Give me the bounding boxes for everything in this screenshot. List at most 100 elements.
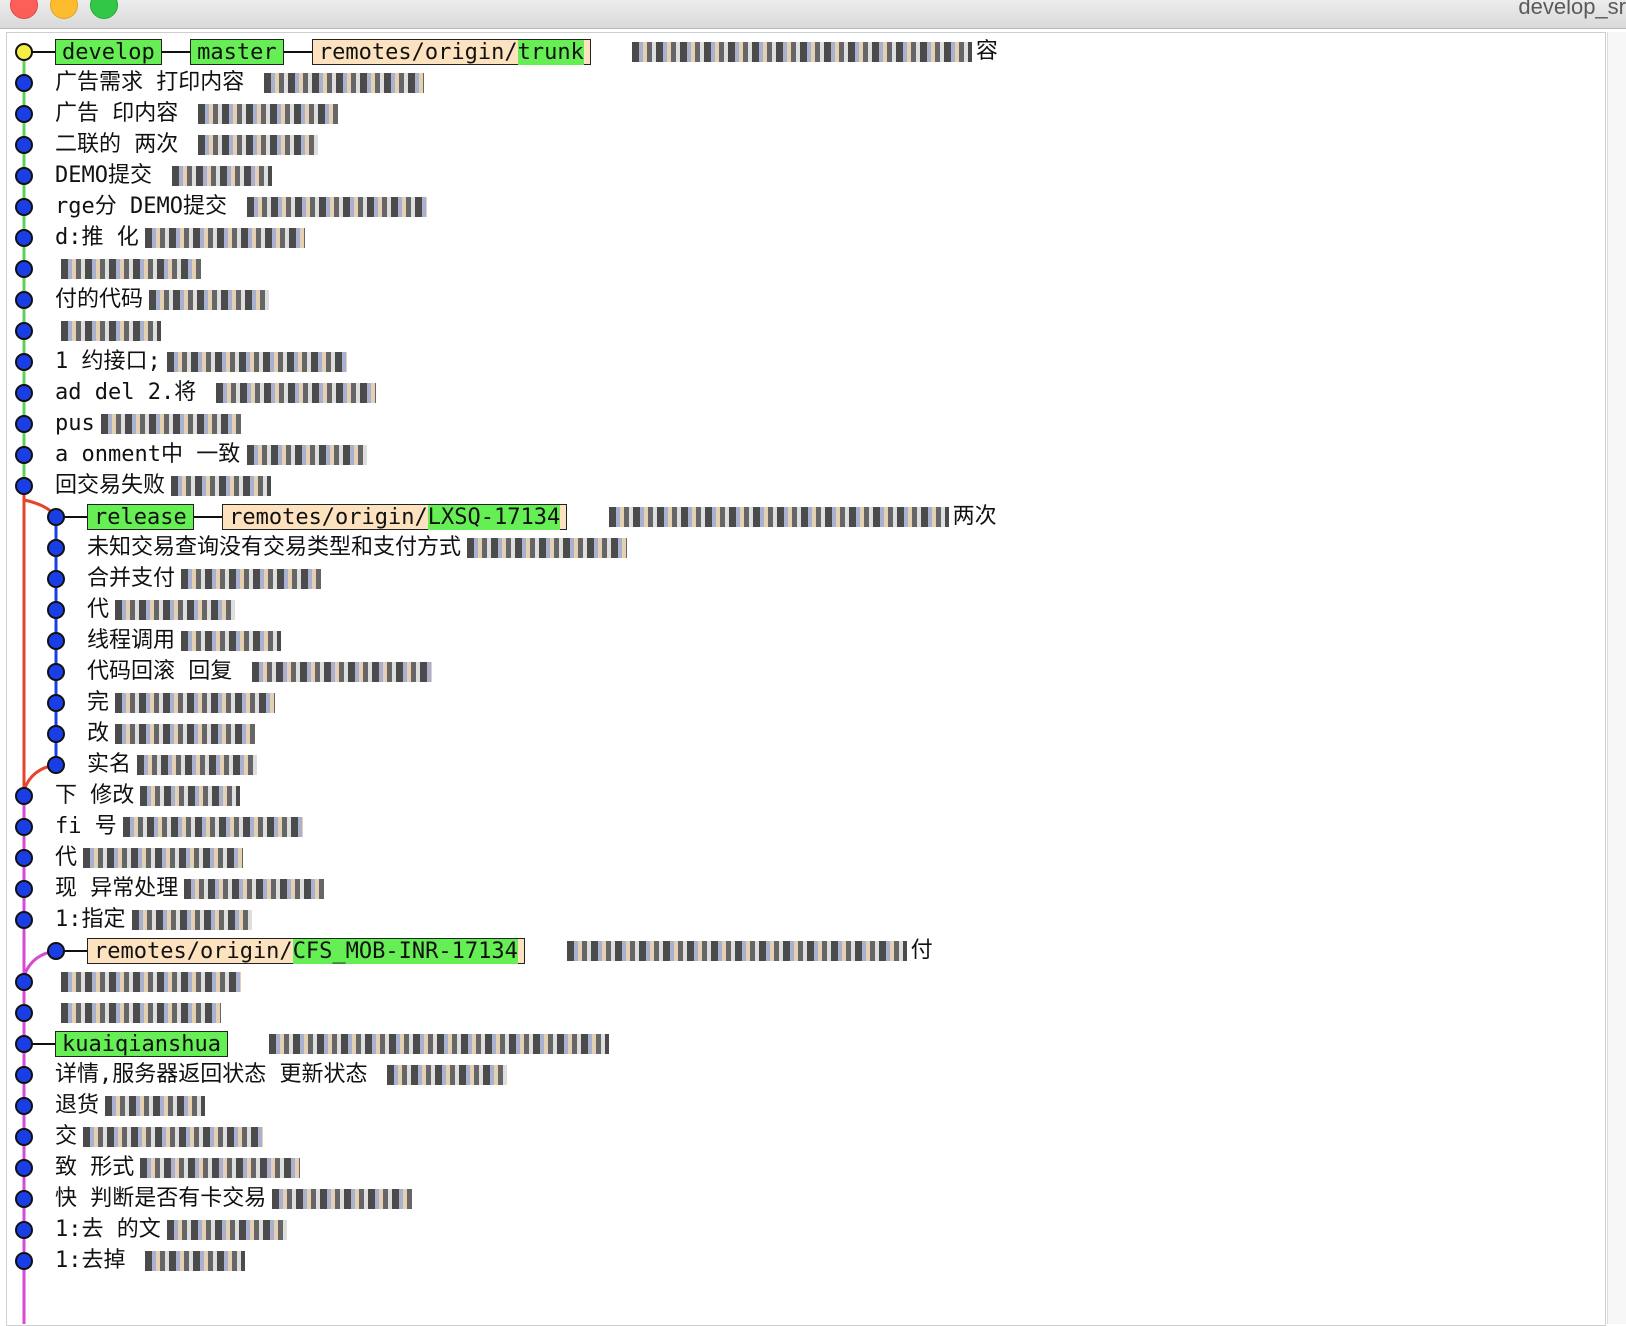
commit-message: 退货 [55,1093,100,1118]
commit-message: d:推 化 [55,225,139,250]
commit-message: DEMO提交 [55,163,152,188]
commit-row[interactable]: rge分 DEMO提交 [0,191,1580,223]
branch-label[interactable]: kuaiqianshua [55,1031,228,1057]
commit-row[interactable]: kuaiqianshua [0,1028,1580,1060]
commit-row[interactable]: 代 [0,594,1580,626]
commit-message: 付的代码 [55,287,144,312]
redacted-text [166,1220,287,1240]
commit-row[interactable]: 1 约接口; [0,346,1580,378]
redacted-text [83,1127,263,1147]
redacted-text [263,73,424,93]
ref-connector [162,51,191,53]
commit-message: 1:指定 [55,907,126,932]
redacted-text [608,507,949,527]
commit-row[interactable]: 退货 [0,1090,1580,1122]
branch-label[interactable]: master [190,39,284,65]
redacted-text [144,228,305,248]
commit-row[interactable]: remotes/origin/CFS_MOB-INR-17134 付 [0,935,1580,967]
commit-message: 改 [87,721,110,746]
commit-row[interactable]: release remotes/origin/LXSQ-17134 两次 [0,501,1580,533]
ref-connector [64,950,87,952]
redacted-text [137,755,257,775]
redacted-text [251,662,432,682]
commit-message: 广告需求 打印内容 [55,70,245,95]
commit-row[interactable]: 广告需求 打印内容 [0,67,1580,99]
commit-row[interactable]: 交 [0,1121,1580,1153]
redacted-text [197,104,338,124]
commit-row[interactable]: 广告 印内容 [0,98,1580,130]
commit-row[interactable]: DEMO提交 [0,160,1580,192]
commit-row[interactable]: 改 [0,718,1580,750]
redacted-text [166,352,347,372]
commit-row[interactable]: 现 异常处理 [0,873,1580,905]
redacted-text [246,445,367,465]
commit-row[interactable]: 1:指定 [0,904,1580,936]
redacted-text [61,1003,221,1023]
commit-row[interactable]: 合并支付 [0,563,1580,595]
commit-row[interactable]: 快 判断是否有卡交易 [0,1183,1580,1215]
commit-row[interactable]: 二联的 两次 [0,129,1580,161]
commit-row[interactable]: develop master remotes/origin/trunk 容 [0,36,1580,68]
remote-branch-label[interactable]: remotes/origin/CFS_MOB-INR-17134 [87,938,525,964]
redacted-text [100,414,241,434]
commit-message: 广告 印内容 [55,101,179,126]
commit-message: 两次 [952,504,997,529]
redacted-text [566,941,907,961]
commit-row[interactable]: 下 修改 [0,780,1580,812]
commit-row[interactable]: 代 [0,842,1580,874]
ref-connector [194,516,223,518]
commit-message: fi 号 [55,814,117,839]
redacted-text [272,1189,413,1209]
redacted-text [216,383,376,403]
commit-row[interactable]: 线程调用 [0,625,1580,657]
commit-row[interactable] [0,966,1580,998]
redacted-text [631,42,972,62]
redacted-text [149,290,269,310]
commit-row[interactable]: 回交易失败 [0,470,1580,502]
commit-message: 二联的 两次 [55,132,179,157]
commit-message: 交 [55,1124,78,1149]
commit-message: 完 [87,690,110,715]
branch-label[interactable]: develop [55,39,162,65]
commit-message: 1 约接口; [55,349,161,374]
commit-row[interactable] [0,997,1580,1029]
commit-message: 1:去掉 [55,1248,126,1273]
commit-row[interactable]: 详情,服务器返回状态 更新状态 [0,1059,1580,1091]
commit-row[interactable]: 致 形式 [0,1152,1580,1184]
redacted-text [61,321,161,341]
redacted-text [246,197,427,217]
redacted-text [184,879,325,899]
commit-message: a onment中 一致 [55,442,241,467]
commit-row[interactable]: 未知交易查询没有交易类型和支付方式 [0,532,1580,564]
ref-connector [64,516,87,518]
commit-message: 回交易失败 [55,473,166,498]
commit-row[interactable]: d:推 化 [0,222,1580,254]
remote-branch-label[interactable]: remotes/origin/trunk [311,39,591,65]
commit-row[interactable] [0,253,1580,285]
commit-message: 付 [910,938,933,963]
commit-row[interactable]: 付的代码 [0,284,1580,316]
commit-row[interactable]: ad del 2.将 [0,377,1580,409]
remote-branch-label[interactable]: remotes/origin/LXSQ-17134 [222,504,568,530]
redacted-text [115,693,275,713]
remote-branch-name: trunk [517,40,584,65]
ref-connector [32,51,55,53]
commit-row[interactable]: a onment中 一致 [0,439,1580,471]
commit-message: 实名 [87,752,132,777]
commit-row[interactable] [0,315,1580,347]
commit-row[interactable]: 1:去掉 [0,1245,1580,1277]
ref-connector [32,1043,55,1045]
redacted-text [268,1034,609,1054]
commit-row[interactable]: 完 [0,687,1580,719]
commit-message: 未知交易查询没有交易类型和支付方式 [87,535,462,560]
commit-row[interactable]: pus [0,408,1580,440]
commit-row[interactable]: 实名 [0,749,1580,781]
commit-message: 现 异常处理 [55,876,179,901]
commit-row[interactable]: 代码回滚 回复 [0,656,1580,688]
commit-row[interactable]: fi 号 [0,811,1580,843]
redacted-text [140,786,241,806]
branch-label[interactable]: release [87,504,194,530]
redacted-text [140,1158,301,1178]
redacted-text [83,848,243,868]
commit-row[interactable]: 1:去 的文 [0,1214,1580,1246]
